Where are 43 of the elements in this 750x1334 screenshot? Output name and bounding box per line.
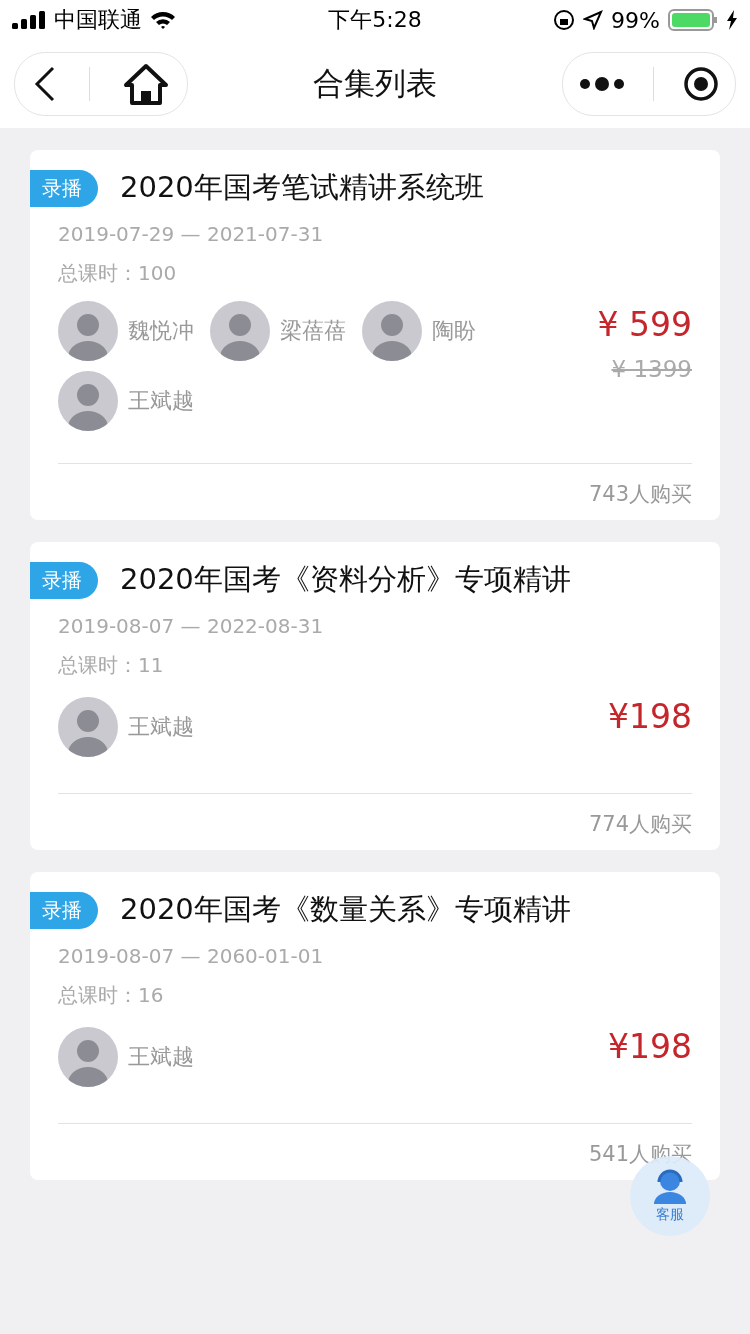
course-card[interactable]: 录播 2020年国考《数量关系》专项精讲 2019-08-07 — 2060-01-01 总课时：16 王斌越 ¥198 541人购买 — [30, 872, 720, 1180]
avatar-icon — [362, 301, 422, 361]
rotation-lock-icon — [553, 9, 576, 31]
avatar-icon — [210, 301, 270, 361]
battery-icon — [668, 9, 718, 31]
course-price: ¥198 — [608, 697, 692, 736]
teacher-name: 王斌越 — [128, 713, 194, 741]
course-card[interactable]: 录播 2020年国考笔试精讲系统班 2019-07-29 — 2021-07-31 总课时：100 魏悦冲 梁蓓蓓 陶盼 王斌越 ¥ 599 ¥ 1399 743人购买 — [30, 150, 720, 520]
teacher-name: 梁蓓蓓 — [280, 317, 346, 345]
course-price: ¥198 — [608, 1027, 692, 1066]
buyer-count: 743人购买 — [587, 481, 692, 508]
course-title: 2020年国考笔试精讲系统班 — [120, 169, 484, 206]
course-dates: 2019-07-29 — 2021-07-31 — [58, 222, 325, 246]
carrier-name: 中国联通 — [54, 6, 142, 34]
course-title: 2020年国考《资料分析》专项精讲 — [120, 561, 571, 598]
avatar-icon — [58, 1027, 118, 1087]
page-title: 合集列表 — [313, 64, 437, 103]
course-title: 2020年国考《数量关系》专项精讲 — [120, 891, 571, 928]
buyer-count: 774人购买 — [587, 811, 692, 838]
teacher-name: 陶盼 — [432, 317, 476, 345]
course-hours: 总课时：100 — [58, 260, 178, 287]
recorded-tag: 录播 — [30, 561, 98, 599]
course-dates: 2019-08-07 — 2022-08-31 — [58, 614, 325, 638]
course-card[interactable]: 录播 2020年国考《资料分析》专项精讲 2019-08-07 — 2022-08-31 总课时：11 王斌越 ¥198 774人购买 — [30, 542, 720, 850]
signal-icon — [12, 11, 46, 29]
battery-percent: 99% — [611, 7, 660, 33]
teacher-name: 魏悦冲 — [128, 317, 194, 345]
recorded-tag: 录播 — [30, 169, 98, 207]
original-price: ¥ 1399 — [611, 356, 692, 382]
course-price: ¥ 599 — [597, 305, 692, 344]
course-hours: 总课时：16 — [58, 982, 165, 1009]
status-time: 下午5:28 — [328, 6, 422, 34]
teacher-name: 王斌越 — [128, 1043, 194, 1071]
avatar-icon — [58, 301, 118, 361]
charging-icon — [726, 10, 738, 30]
course-dates: 2019-08-07 — 2060-01-01 — [58, 944, 325, 968]
avatar-icon — [58, 371, 118, 431]
wifi-icon — [150, 10, 176, 30]
course-hours: 总课时：11 — [58, 652, 165, 679]
location-icon — [583, 10, 604, 30]
avatar-icon — [58, 697, 118, 757]
teacher-name: 王斌越 — [128, 387, 194, 415]
recorded-tag: 录播 — [30, 891, 98, 929]
